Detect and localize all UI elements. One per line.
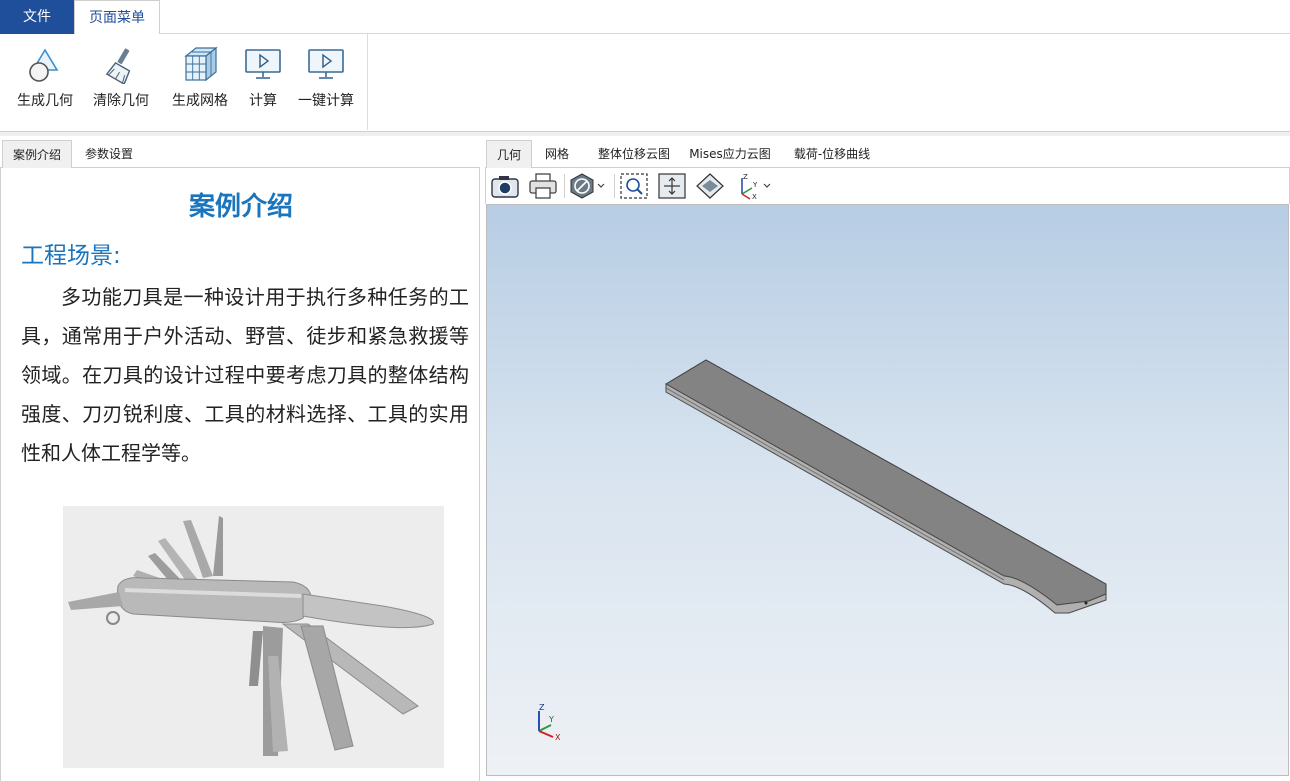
menu-file[interactable]: 文件 — [0, 0, 74, 34]
view-tabs: 几何 网格 整体位移云图 Mises应力云图 载荷-位移曲线 — [485, 138, 1290, 168]
generate-mesh-button[interactable]: 生成网格 — [166, 44, 234, 118]
generate-geometry-icon — [29, 48, 59, 82]
left-panel: 案例介绍 参数设置 案例介绍 工程场景: 多功能刀具是一种设计用于执行多种任务的… — [0, 138, 480, 781]
generate-mesh-cube-icon — [184, 46, 218, 82]
zoom-box-icon[interactable] — [619, 172, 649, 200]
display-style-icon[interactable] — [568, 172, 608, 200]
axis-triad-icon: Z Y X — [538, 703, 561, 741]
generate-mesh-label: 生成网格 — [172, 93, 228, 109]
case-intro-content: 案例介绍 工程场景: 多功能刀具是一种设计用于执行多种任务的工具，通常用于户外活… — [0, 168, 480, 781]
ribbon: 生成几何 清除几何 生成网格 计算 一键计算 — [0, 34, 1290, 132]
tab-geometry[interactable]: 几何 — [486, 140, 532, 168]
clear-geometry-label: 清除几何 — [93, 93, 149, 109]
svg-text:Z: Z — [539, 703, 545, 712]
compute-label: 计算 — [249, 93, 277, 109]
geometry-part — [665, 359, 1107, 614]
generate-geometry-label: 生成几何 — [17, 93, 73, 109]
left-tabs: 案例介绍 参数设置 — [0, 138, 480, 168]
one-click-compute-label: 一键计算 — [298, 93, 354, 109]
menu-bar: 文件 页面菜单 — [0, 0, 1290, 35]
clear-geometry-button[interactable]: 清除几何 — [88, 44, 154, 118]
isometric-view-icon[interactable] — [695, 172, 725, 200]
ribbon-group: 生成几何 清除几何 生成网格 计算 一键计算 — [0, 34, 368, 130]
fit-all-icon[interactable] — [657, 172, 687, 200]
axes-view-icon[interactable]: Z Y X — [734, 172, 774, 201]
svg-text:Y: Y — [752, 181, 758, 189]
compute-button[interactable]: 计算 — [242, 44, 284, 118]
print-icon[interactable] — [528, 172, 558, 200]
section-title: 工程场景: — [21, 243, 121, 269]
clear-geometry-brush-icon — [105, 48, 131, 84]
tab-mises-stress-contour[interactable]: Mises应力云图 — [685, 140, 775, 168]
case-description: 多功能刀具是一种设计用于执行多种任务的工具，通常用于户外活动、野营、徒步和紧急救… — [21, 285, 469, 465]
camera-icon[interactable] — [490, 172, 520, 200]
svg-text:X: X — [752, 193, 757, 200]
compute-monitor-play-icon — [245, 49, 281, 79]
case-title: 案例介绍 — [188, 192, 293, 222]
right-panel: 几何 网格 整体位移云图 Mises应力云图 载荷-位移曲线 Z Y X Z Y… — [485, 138, 1290, 781]
toolbar-separator — [564, 174, 565, 198]
one-click-compute-monitor-play-icon — [308, 49, 344, 79]
multi-tool-knife-photo — [63, 506, 444, 768]
svg-text:X: X — [555, 733, 561, 741]
svg-text:Y: Y — [548, 715, 554, 724]
generate-geometry-button[interactable]: 生成几何 — [12, 44, 78, 118]
one-click-compute-button[interactable]: 一键计算 — [292, 44, 360, 118]
svg-text:Z: Z — [743, 173, 748, 181]
tab-case-intro[interactable]: 案例介绍 — [2, 140, 72, 168]
3d-viewport[interactable]: Z Y X — [486, 204, 1289, 776]
tab-load-displacement-curve[interactable]: 载荷-位移曲线 — [789, 140, 875, 168]
toolbar-separator — [614, 174, 615, 198]
app-window: 文件 页面菜单 生成几何 清除几何 生成网格 计算 一键计算 案例介绍 参数设置… — [0, 0, 1290, 781]
ribbon-divider — [0, 132, 1290, 136]
tab-displacement-contour[interactable]: 整体位移云图 — [589, 140, 679, 168]
viewer-toolbar: Z Y X — [485, 168, 1290, 204]
menu-page[interactable]: 页面菜单 — [74, 0, 160, 35]
tab-mesh[interactable]: 网格 — [537, 140, 577, 168]
tab-parameter-settings[interactable]: 参数设置 — [74, 140, 144, 168]
